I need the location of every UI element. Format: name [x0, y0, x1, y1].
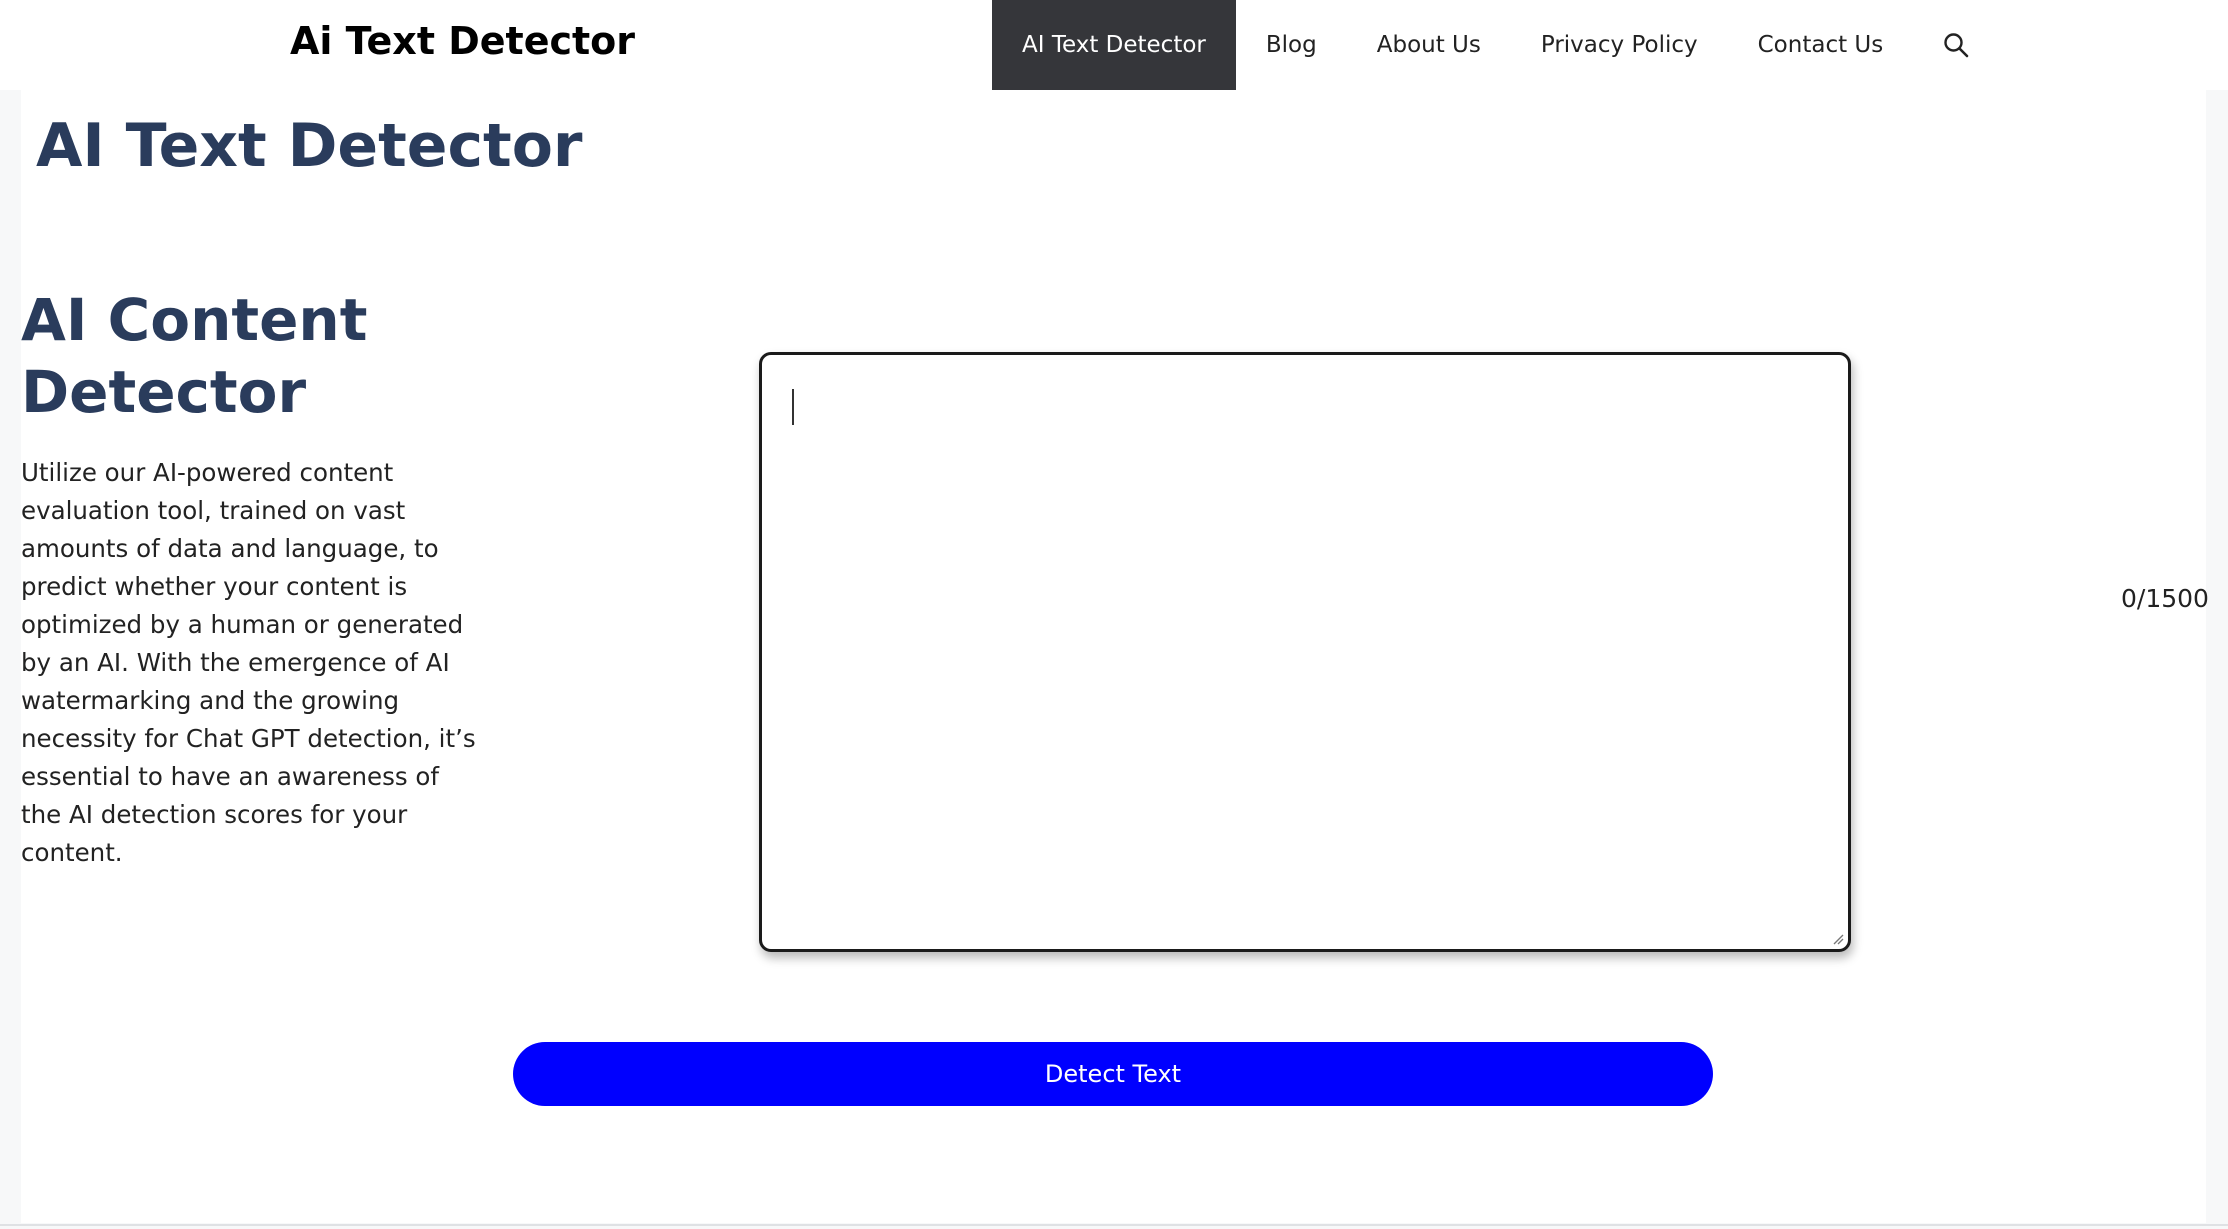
nav-item-privacy-policy[interactable]: Privacy Policy [1511, 0, 1728, 90]
search-button[interactable] [1913, 0, 1999, 90]
site-header: Ai Text Detector AI Text Detector Blog A… [0, 0, 2228, 90]
page-title: AI Text Detector [36, 111, 583, 181]
search-icon [1944, 33, 1969, 58]
detect-text-button[interactable]: Detect Text [513, 1042, 1713, 1106]
section-heading: AI Content Detector [21, 286, 368, 426]
character-counter: 0/1500 [2121, 584, 2209, 613]
nav-item-blog[interactable]: Blog [1236, 0, 1347, 90]
nav-item-about-us[interactable]: About Us [1347, 0, 1511, 90]
text-input-container [759, 352, 1851, 952]
text-input[interactable] [762, 355, 1848, 949]
description-text: Utilize our AI-powered content evaluatio… [21, 458, 476, 867]
main-nav: AI Text Detector Blog About Us Privacy P… [992, 0, 1999, 90]
main-content: AI Text Detector AI Content Detector Uti… [21, 90, 2209, 1223]
nav-item-ai-text-detector[interactable]: AI Text Detector [992, 0, 1236, 90]
text-cursor [792, 389, 794, 425]
nav-item-contact-us[interactable]: Contact Us [1728, 0, 1914, 90]
site-title[interactable]: Ai Text Detector [290, 17, 635, 65]
resize-handle-icon[interactable] [1832, 933, 1844, 945]
page-bottom-divider [0, 1224, 2228, 1226]
